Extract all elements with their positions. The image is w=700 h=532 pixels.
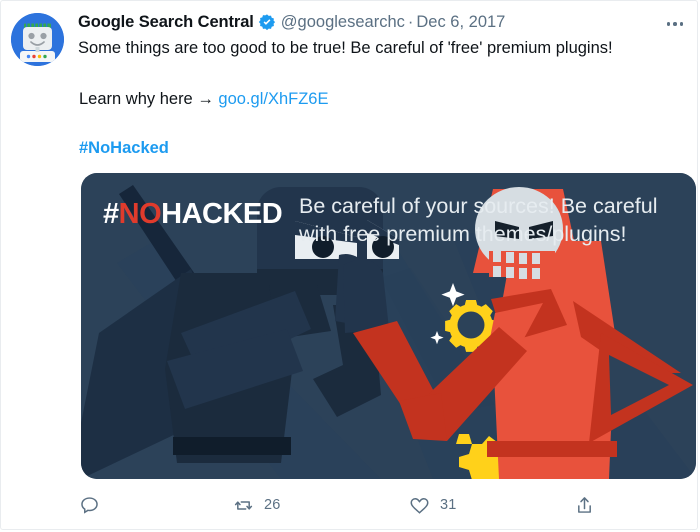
- media-image[interactable]: #NOHACKED Be careful of your sources! Be…: [81, 173, 696, 479]
- learn-more-prefix: Learn why here →: [79, 90, 219, 108]
- tweet-card: Google Search Central @googlesearchc · D…: [0, 0, 698, 530]
- retweet-count: 26: [264, 497, 281, 513]
- avatar[interactable]: [11, 13, 64, 66]
- header-text-block: Google Search Central @googlesearchc · D…: [78, 11, 653, 59]
- tweet-header: Google Search Central @googlesearchc · D…: [1, 1, 697, 79]
- media-headline-line1: Be careful of your sources! Be careful: [299, 194, 658, 218]
- like-button[interactable]: 31: [409, 488, 457, 522]
- author-handle[interactable]: @googlesearchc: [281, 12, 405, 33]
- svg-text:#NOHACKED: #NOHACKED: [103, 198, 282, 230]
- hashtag-line: #NoHacked: [79, 137, 169, 159]
- more-dot: [666, 22, 671, 26]
- reply-button[interactable]: [79, 488, 110, 522]
- retweet-button[interactable]: 26: [233, 488, 281, 522]
- learn-more-line: Learn why here → goo.gl/XhFZ6E: [79, 88, 328, 110]
- display-name[interactable]: Google Search Central: [78, 12, 254, 33]
- more-options-icon[interactable]: [659, 13, 691, 35]
- action-bar: 26 31: [79, 488, 679, 526]
- like-count: 31: [440, 497, 457, 513]
- media-badge: #NOHACKED: [103, 198, 283, 230]
- meta-separator: ·: [407, 12, 414, 31]
- name-row: Google Search Central @googlesearchc · D…: [78, 11, 653, 33]
- media-headline-line2: with free premium themes/plugins!: [298, 222, 626, 246]
- hashtag-nohacked[interactable]: #NoHacked: [79, 139, 169, 157]
- verified-badge-icon: [258, 13, 276, 31]
- retweet-icon: [234, 500, 253, 510]
- share-button[interactable]: [574, 488, 605, 522]
- shortlink[interactable]: goo.gl/XhFZ6E: [218, 90, 328, 108]
- share-icon: [578, 496, 591, 513]
- robot-avatar-icon: [11, 13, 64, 66]
- tweet-text: Some things are too good to be true! Be …: [78, 39, 613, 57]
- more-dot: [679, 22, 684, 26]
- reply-icon: [81, 496, 98, 514]
- nohacked-illustration: #NOHACKED Be careful of your sources! Be…: [81, 173, 696, 479]
- like-heart-icon: [410, 497, 429, 514]
- more-dot: [673, 22, 677, 26]
- post-date[interactable]: Dec 6, 2017: [416, 12, 505, 33]
